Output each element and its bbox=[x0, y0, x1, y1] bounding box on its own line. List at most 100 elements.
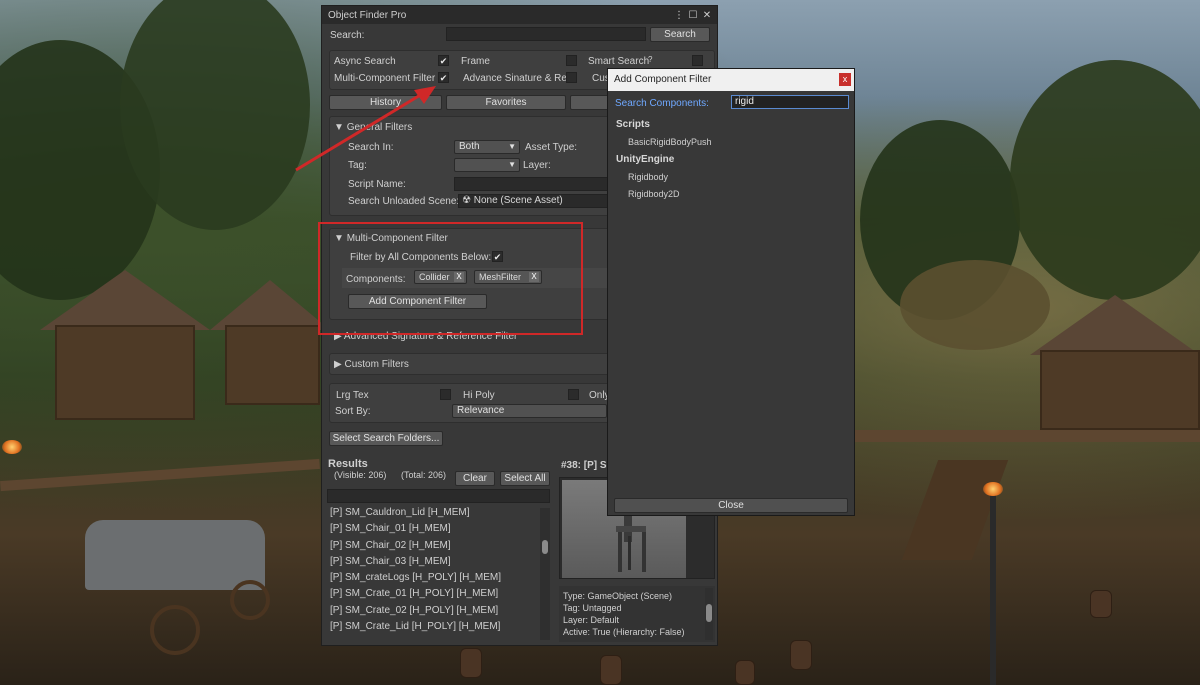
frame-checkbox[interactable] bbox=[566, 55, 577, 66]
sort-by-value: Relevance bbox=[457, 405, 505, 416]
component-option-basicrigidbodypush[interactable]: BasicRigidBodyPush bbox=[628, 137, 712, 147]
tree-foliage bbox=[120, 0, 310, 230]
close-button[interactable]: Close bbox=[614, 498, 848, 513]
sort-by-dropdown[interactable]: Relevance bbox=[452, 404, 607, 418]
advance-signature-checkbox[interactable] bbox=[566, 72, 577, 83]
search-label: Search: bbox=[330, 30, 365, 41]
clear-button[interactable]: Clear bbox=[455, 471, 495, 486]
preview-type: Type: GameObject (Scene) bbox=[563, 591, 673, 601]
component-option-rigidbody[interactable]: Rigidbody bbox=[628, 172, 668, 182]
results-scrollbar[interactable] bbox=[540, 508, 550, 640]
unloaded-scene-label: Search Unloaded Scene: bbox=[348, 196, 460, 207]
preview-info-panel: Type: GameObject (Scene) Tag: Untagged L… bbox=[559, 586, 715, 642]
add-component-filter-dialog: Add Component Filter x Search Components… bbox=[607, 68, 855, 516]
smart-search-checkbox[interactable] bbox=[692, 55, 703, 66]
group-unityengine: UnityEngine bbox=[616, 154, 675, 165]
search-button[interactable]: Search bbox=[650, 27, 710, 42]
preview-scrollbar[interactable] bbox=[705, 588, 713, 640]
close-icon[interactable]: ✕ bbox=[701, 10, 713, 21]
list-item[interactable]: [P] SM_Chair_02 [H_MEM] bbox=[327, 538, 549, 554]
dialog-titlebar: Add Component Filter x bbox=[608, 69, 854, 91]
scrollbar-thumb[interactable] bbox=[706, 604, 712, 622]
list-item[interactable]: [P] SM_crateLogs [H_POLY] [H_MEM] bbox=[327, 570, 549, 586]
lrg-tex-label: Lrg Tex bbox=[336, 390, 369, 401]
hut-roof bbox=[210, 280, 330, 330]
preview-active: Active: True (Hierarchy: False) bbox=[563, 627, 685, 637]
window-titlebar: Object Finder Pro ⋮ ☐ ✕ bbox=[322, 6, 717, 24]
maximize-icon[interactable]: ☐ bbox=[687, 10, 699, 21]
hut bbox=[55, 325, 195, 420]
barrel bbox=[460, 648, 482, 678]
chevron-down-icon: ▼ bbox=[508, 160, 516, 169]
search-components-value: rigid bbox=[735, 96, 754, 107]
async-search-checkbox[interactable]: ✔ bbox=[438, 55, 449, 66]
select-search-folders-button[interactable]: Select Search Folders... bbox=[329, 431, 443, 446]
chevron-down-icon: ▼ bbox=[508, 142, 516, 151]
dialog-close-icon[interactable]: x bbox=[839, 73, 851, 86]
search-in-dropdown[interactable]: Both ▼ bbox=[454, 140, 520, 154]
wagon-cover bbox=[85, 520, 265, 590]
search-in-value: Both bbox=[459, 141, 480, 152]
advance-signature-label: Advance Sinature & Ref bbox=[463, 73, 570, 84]
barrel bbox=[790, 640, 812, 670]
sort-by-label: Sort By: bbox=[335, 406, 371, 417]
torch-pole bbox=[990, 495, 996, 685]
barrel bbox=[600, 655, 622, 685]
lrg-tex-checkbox[interactable] bbox=[440, 389, 451, 400]
search-components-label: Search Components: bbox=[615, 98, 709, 109]
list-item[interactable]: [P] SM_Crate_Lid [H_POLY] [H_MEM] bbox=[327, 619, 549, 635]
wagon-wheel bbox=[150, 605, 200, 655]
layer-label: Layer: bbox=[523, 160, 551, 171]
script-name-input[interactable] bbox=[454, 177, 609, 191]
torch-flame bbox=[2, 440, 22, 454]
custom-filters-header: Custom Filters bbox=[344, 359, 409, 370]
list-item[interactable]: [P] SM_Cauldron_Lid [H_MEM] bbox=[327, 505, 549, 521]
hut bbox=[1040, 350, 1200, 430]
hi-poly-checkbox[interactable] bbox=[568, 389, 579, 400]
results-filter-input[interactable] bbox=[327, 489, 550, 503]
results-list: [P] SM_Cauldron_Lid [H_MEM] [P] SM_Chair… bbox=[327, 505, 549, 643]
hut-roof bbox=[1030, 295, 1200, 355]
window-title: Object Finder Pro bbox=[328, 9, 407, 21]
tree-foliage bbox=[1010, 60, 1200, 300]
barrel bbox=[735, 660, 755, 685]
dialog-title: Add Component Filter bbox=[614, 74, 712, 85]
results-total-count: (Total: 206) bbox=[401, 470, 447, 480]
list-item[interactable]: [P] SM_Crate_01 [H_POLY] [H_MEM] bbox=[327, 586, 549, 602]
list-item[interactable]: [P] SM_Crate_02 [H_POLY] [H_MEM] bbox=[327, 603, 549, 619]
search-components-input[interactable]: rigid bbox=[731, 95, 849, 109]
async-search-label: Async Search bbox=[334, 56, 396, 67]
scrollbar-thumb[interactable] bbox=[542, 540, 548, 554]
hi-poly-label: Hi Poly bbox=[463, 390, 495, 401]
smart-search-label: Smart Search bbox=[588, 56, 650, 67]
hillside bbox=[900, 260, 1050, 350]
group-scripts: Scripts bbox=[616, 119, 650, 130]
preview-layer: Layer: Default bbox=[563, 615, 620, 625]
custom-filters-foldout[interactable]: ▶ Custom Filters bbox=[334, 359, 409, 370]
torch-flame bbox=[983, 482, 1003, 496]
unloaded-scene-field[interactable]: ☢ None (Scene Asset) bbox=[458, 194, 609, 208]
tab-third[interactable] bbox=[570, 95, 610, 110]
results-visible-count: (Visible: 206) bbox=[334, 470, 387, 480]
wagon-wheel bbox=[230, 580, 270, 620]
unloaded-scene-value: ☢ None (Scene Asset) bbox=[462, 195, 563, 206]
asset-type-label: Asset Type: bbox=[525, 142, 578, 153]
wooden-walkway bbox=[0, 458, 320, 492]
list-item[interactable]: [P] SM_Chair_01 [H_MEM] bbox=[327, 521, 549, 537]
preview-tag: Tag: Untagged bbox=[563, 603, 622, 613]
hut bbox=[225, 325, 320, 405]
wooden-walkway bbox=[850, 430, 1200, 442]
component-option-rigidbody2d[interactable]: Rigidbody2D bbox=[628, 189, 680, 199]
search-input[interactable] bbox=[446, 27, 646, 41]
highlight-box bbox=[318, 222, 583, 335]
tag-dropdown[interactable]: ▼ bbox=[454, 158, 520, 172]
select-all-button[interactable]: Select All bbox=[500, 471, 550, 486]
more-options-icon[interactable]: ⋮ bbox=[673, 10, 685, 21]
barrel bbox=[1090, 590, 1112, 618]
frame-label: Frame bbox=[461, 56, 490, 67]
tab-favorites[interactable]: Favorites bbox=[446, 95, 566, 110]
annotation-arrow bbox=[295, 86, 436, 172]
list-item[interactable]: [P] SM_Chair_03 [H_MEM] bbox=[327, 554, 549, 570]
results-title: Results bbox=[328, 458, 368, 470]
help-icon[interactable]: ? bbox=[648, 55, 652, 64]
